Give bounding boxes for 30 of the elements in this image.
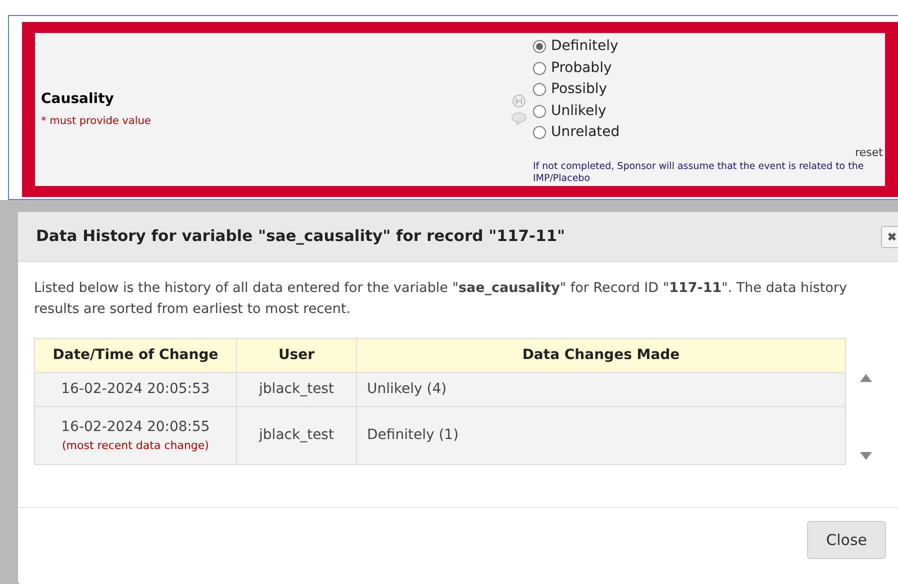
recent-change-note: (most recent data change) — [61, 438, 210, 454]
option-label[interactable]: Unlikely — [551, 100, 606, 122]
option-label[interactable]: Unrelated — [551, 122, 620, 144]
scroll-down-icon[interactable] — [860, 452, 872, 460]
scroll-up-icon[interactable] — [860, 374, 872, 382]
column-header: Data Changes Made — [356, 338, 846, 372]
reset-link[interactable]: reset — [855, 146, 883, 158]
table-cell: 16-02-2024 20:05:53 — [34, 372, 236, 406]
radio-button[interactable] — [533, 83, 546, 96]
option-label[interactable]: Probably — [551, 58, 612, 79]
radio-button[interactable] — [533, 62, 546, 75]
column-header: Date/Time of Change — [34, 338, 236, 372]
dialog-description: Listed below is the history of all data entered for the variable "sae_causality" for Record ID "117-11". The data history results are sorted from earliest to most recent. — [34, 279, 848, 319]
table-cell: Unlikely (4) — [356, 372, 846, 406]
table-cell: jblack_test — [236, 406, 356, 464]
table-cell: jblack_test — [236, 372, 356, 406]
column-header: User — [236, 338, 356, 372]
required-note: * must provide value — [41, 114, 152, 130]
field-label: Causality — [41, 90, 115, 110]
radio-button[interactable] — [533, 40, 546, 54]
option-label[interactable]: Possibly — [551, 79, 608, 100]
radio-button[interactable] — [533, 104, 546, 118]
datetime-text: 16-02-2024 20:08:55 — [61, 418, 210, 435]
radio-button[interactable] — [533, 126, 546, 140]
table-cell: Definitely (1) — [356, 406, 846, 464]
dialog-title: Data History for variable "sae_causality" for record "117-11" — [36, 226, 566, 247]
close-icon[interactable]: ✖ — [880, 226, 898, 248]
option-label[interactable]: Definitely — [551, 36, 618, 58]
field-note: If not completed, Sponsor will assume that the event is related to the IMP/Placebo — [533, 161, 865, 185]
close-button[interactable]: Close — [807, 521, 886, 559]
